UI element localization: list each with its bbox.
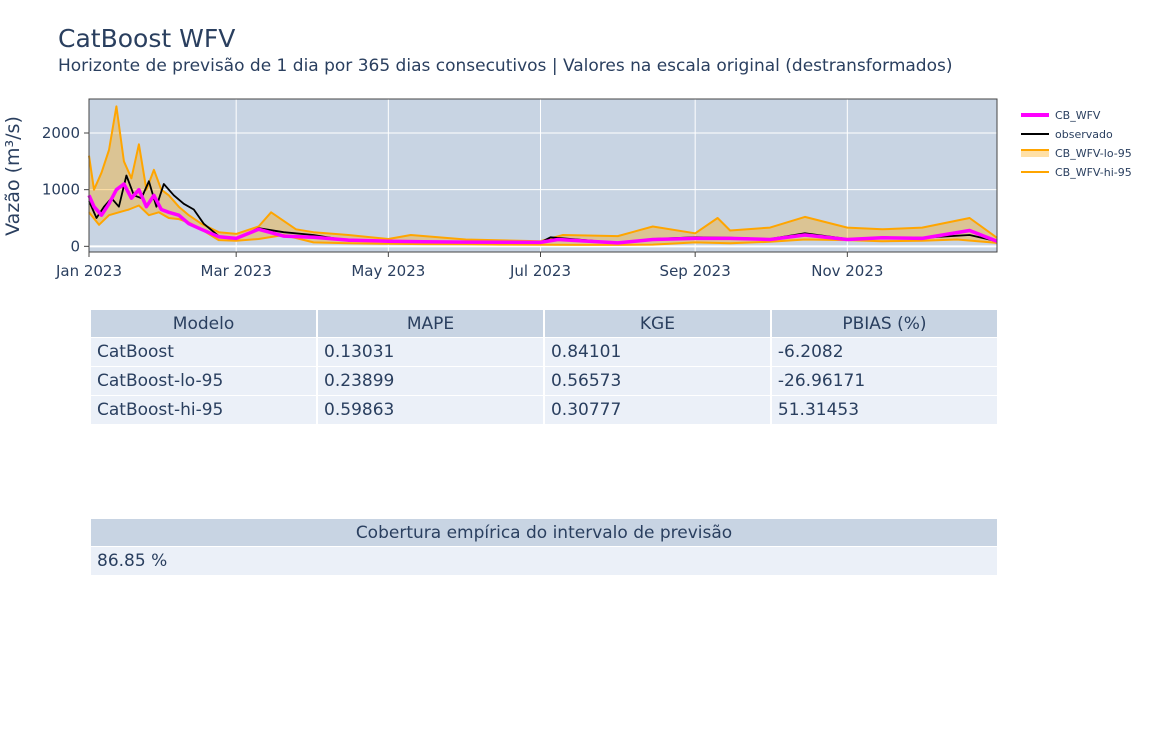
x-tick-label: Jul 2023 bbox=[509, 262, 571, 280]
x-tick-label: Jan 2023 bbox=[55, 262, 122, 280]
table-cell: CatBoost bbox=[91, 338, 317, 366]
table-cell: 0.84101 bbox=[544, 338, 770, 366]
table-cell: 51.31453 bbox=[771, 396, 997, 424]
table-cell: 0.23899 bbox=[318, 367, 543, 395]
col-header-mape: MAPE bbox=[318, 310, 543, 337]
legend-item[interactable]: CB_WFV-lo-95 bbox=[1021, 147, 1132, 160]
table-cell: 86.85 % bbox=[91, 547, 997, 575]
table-cell: 0.13031 bbox=[318, 338, 543, 366]
x-tick-label: Mar 2023 bbox=[201, 262, 272, 280]
x-tick-label: Sep 2023 bbox=[660, 262, 731, 280]
col-header-modelo: Modelo bbox=[91, 310, 317, 337]
legend-label: CB_WFV-hi-95 bbox=[1055, 166, 1132, 179]
y-axis-label: Vazão (m³/s) bbox=[2, 116, 24, 236]
legend-label: CB_WFV-lo-95 bbox=[1055, 147, 1132, 160]
table-cell: -6.2082 bbox=[771, 338, 997, 366]
x-tick-label: May 2023 bbox=[351, 262, 425, 280]
table-row: 86.85 % bbox=[91, 547, 997, 575]
legend-item[interactable]: CB_WFV-hi-95 bbox=[1021, 166, 1132, 179]
y-axis-ticks: 0 1000 2000 bbox=[42, 124, 89, 255]
table-row: CatBoost-lo-95 0.23899 0.56573 -26.96171 bbox=[91, 367, 997, 395]
metrics-header-row: Modelo MAPE KGE PBIAS (%) bbox=[91, 310, 997, 337]
legend-label: observado bbox=[1055, 128, 1113, 141]
y-tick-label: 0 bbox=[70, 237, 80, 255]
table-cell: -26.96171 bbox=[771, 367, 997, 395]
x-tick-label: Nov 2023 bbox=[811, 262, 883, 280]
y-tick-label: 2000 bbox=[42, 124, 80, 142]
legend-label: CB_WFV bbox=[1055, 109, 1101, 122]
legend-item[interactable]: CB_WFV bbox=[1021, 109, 1101, 122]
legend-item[interactable]: observado bbox=[1021, 128, 1113, 141]
col-header-coverage: Cobertura empírica do intervalo de previ… bbox=[91, 519, 997, 546]
table-row: CatBoost 0.13031 0.84101 -6.2082 bbox=[91, 338, 997, 366]
col-header-pbias: PBIAS (%) bbox=[771, 310, 997, 337]
x-axis-ticks: Jan 2023 Mar 2023 May 2023 Jul 2023 Sep 2023… bbox=[55, 252, 883, 280]
coverage-header-row: Cobertura empírica do intervalo de previ… bbox=[91, 519, 997, 546]
metrics-table: Modelo MAPE KGE PBIAS (%) CatBoost 0.130… bbox=[89, 309, 999, 425]
table-cell: 0.59863 bbox=[318, 396, 543, 424]
coverage-table: Cobertura empírica do intervalo de previ… bbox=[89, 518, 999, 576]
table-cell: CatBoost-hi-95 bbox=[91, 396, 317, 424]
y-tick-label: 1000 bbox=[42, 181, 80, 199]
col-header-kge: KGE bbox=[544, 310, 770, 337]
table-row: CatBoost-hi-95 0.59863 0.30777 51.31453 bbox=[91, 396, 997, 424]
forecast-chart: Jan 2023 Mar 2023 May 2023 Jul 2023 Sep 2023… bbox=[2, 98, 1132, 280]
table-cell: 0.30777 bbox=[544, 396, 770, 424]
table-cell: CatBoost-lo-95 bbox=[91, 367, 317, 395]
legend: CB_WFV observado CB_WFV-lo-95 CB_WFV-hi-95 bbox=[1021, 109, 1132, 179]
table-cell: 0.56573 bbox=[544, 367, 770, 395]
